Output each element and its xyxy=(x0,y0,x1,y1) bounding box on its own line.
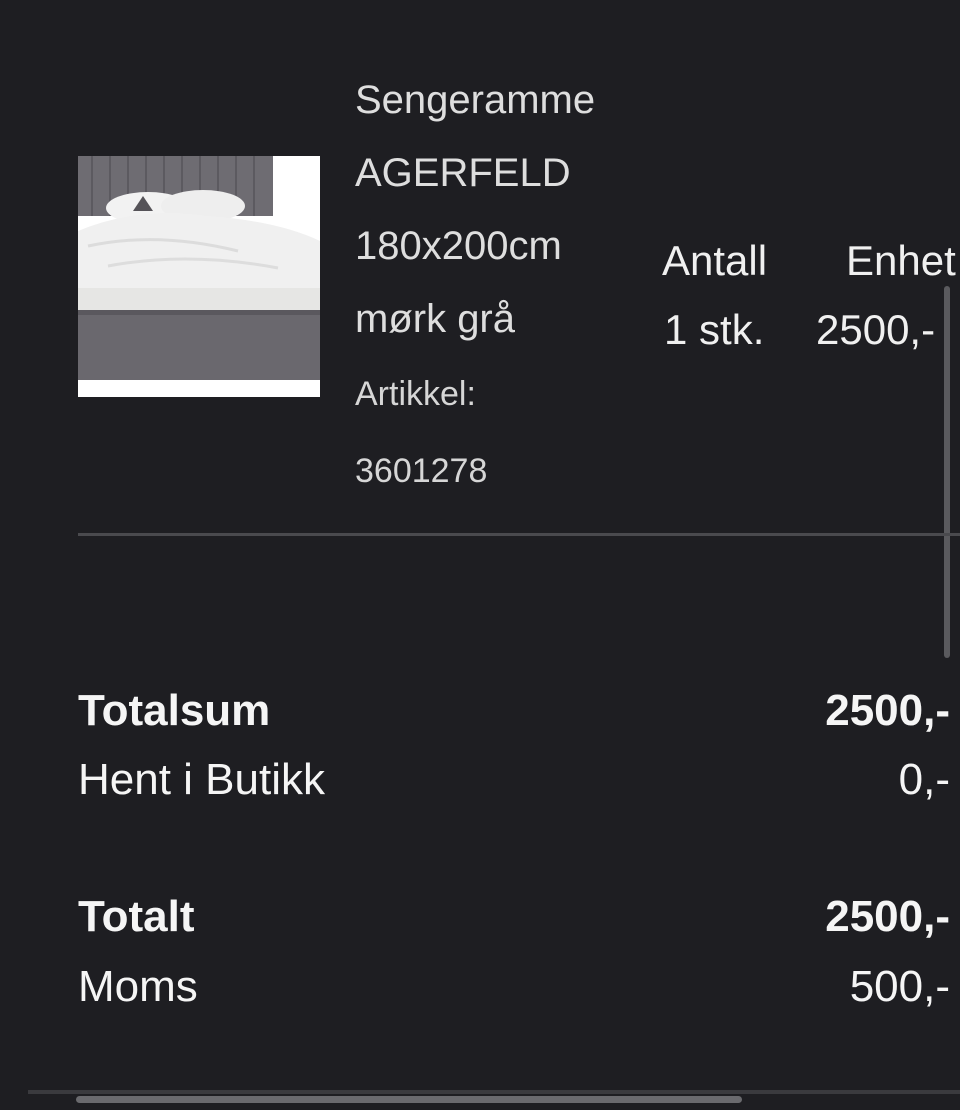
product-size: 180x200cm xyxy=(355,224,562,268)
vertical-scrollbar[interactable] xyxy=(944,286,950,658)
vat-label: Moms xyxy=(78,962,198,1011)
shipping-value: 0,- xyxy=(898,755,950,804)
bottom-divider xyxy=(28,1090,960,1094)
unit-price-value: 2500,- xyxy=(816,306,936,353)
quantity-value: 1 stk. xyxy=(664,306,765,353)
vat-row: Moms 500,- xyxy=(78,959,950,1015)
item-divider xyxy=(78,533,960,536)
bed-icon xyxy=(78,156,320,397)
product-name-line1[interactable]: Sengeramme xyxy=(355,64,655,137)
shipping-label: Hent i Butikk xyxy=(78,755,325,804)
product-details: Sengeramme AGERFELD 180x200cm mørk grå A… xyxy=(355,64,655,510)
subtotal-row: Totalsum 2500,- xyxy=(78,683,950,739)
quantity-header: Antall xyxy=(662,237,768,284)
article-number: 3601278 xyxy=(355,452,488,490)
product-image[interactable] xyxy=(78,156,320,397)
product-name-line2[interactable]: AGERFELD xyxy=(355,137,655,210)
product-color: mørk grå xyxy=(355,297,515,341)
subtotal-label: Totalsum xyxy=(78,686,271,735)
vat-value: 500,- xyxy=(849,962,950,1011)
horizontal-scrollbar[interactable] xyxy=(76,1096,742,1103)
total-value: 2500,- xyxy=(825,892,950,941)
order-summary-page: Sengeramme AGERFELD 180x200cm mørk grå A… xyxy=(0,0,960,1110)
shipping-row: Hent i Butikk 0,- xyxy=(78,752,950,808)
unit-price-header: Enhet xyxy=(846,237,956,284)
subtotal-value: 2500,- xyxy=(825,686,950,735)
total-label: Totalt xyxy=(78,892,195,941)
article-label: Artikkel: xyxy=(355,375,476,413)
total-row: Totalt 2500,- xyxy=(78,889,950,945)
